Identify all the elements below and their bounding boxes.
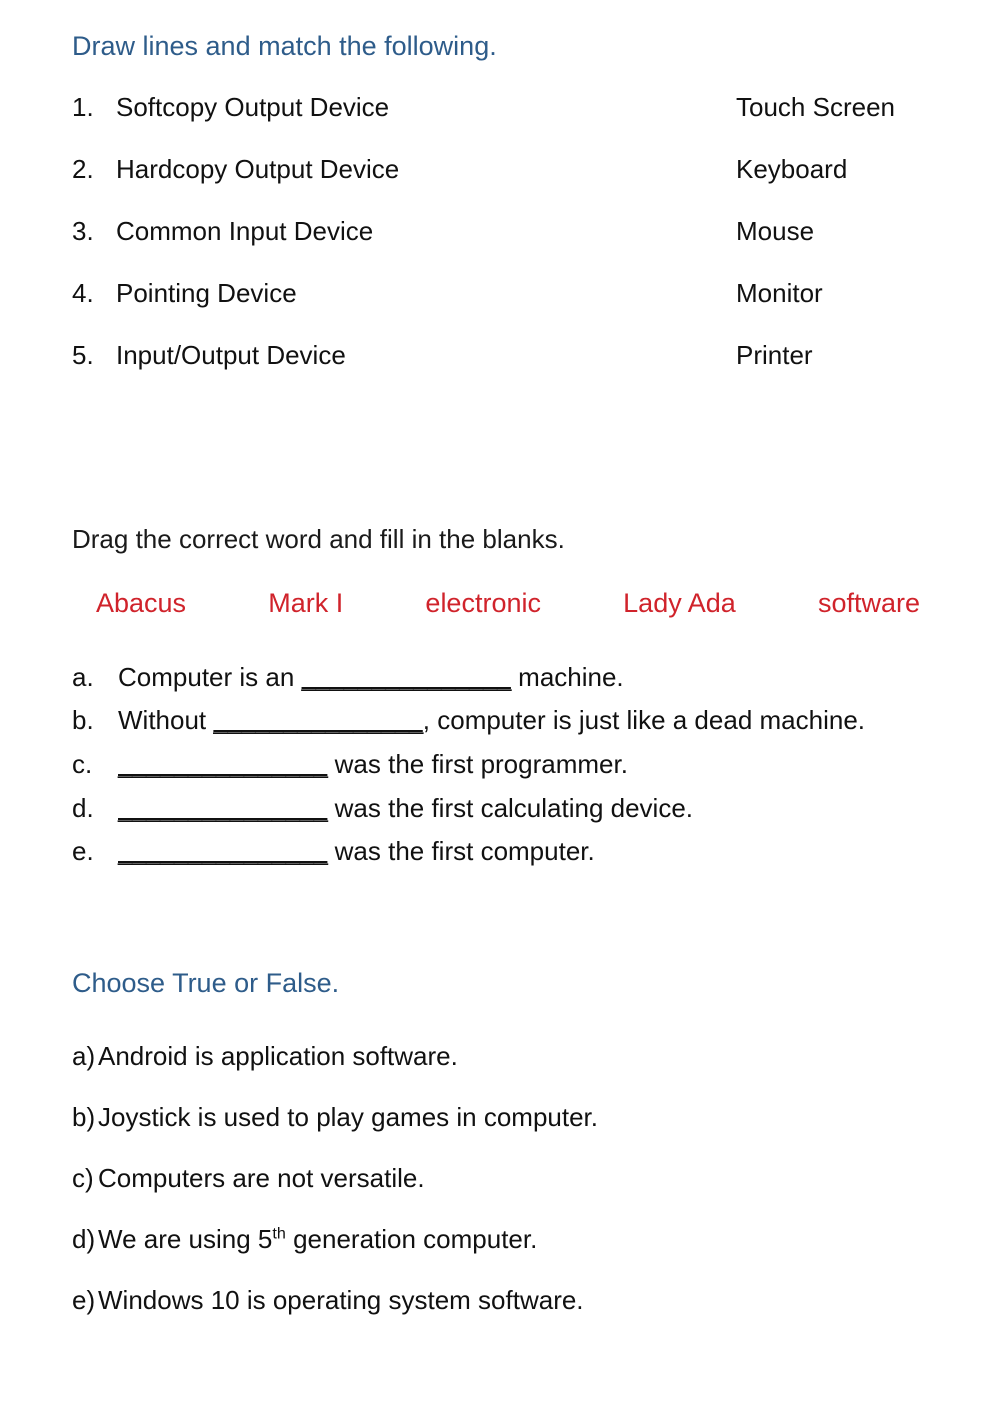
word-bank-item[interactable]: Abacus [96, 588, 186, 619]
true-false-statement[interactable]: We are using 5th generation computer. [98, 1224, 960, 1255]
matching-item-number: 3. [72, 216, 94, 247]
fill-blank-text-after: was the first computer. [327, 836, 595, 867]
fill-blank-sentence: _______________ was the first programmer… [118, 746, 942, 784]
matching-item-right-term[interactable]: Mouse [736, 216, 960, 247]
fill-blank-text-after: machine. [510, 661, 624, 692]
matching-row: 1. Softcopy Output Device Touch Screen [72, 92, 960, 154]
true-false-text-after: generation computer. [285, 1224, 538, 1255]
fill-blank-input[interactable]: _______________ [118, 836, 328, 866]
matching-item-left-term[interactable]: Input/Output Device [116, 340, 736, 371]
word-bank-item[interactable]: electronic [425, 588, 541, 619]
fill-blank-sentence: Without _______________, computer is jus… [118, 702, 942, 740]
matching-item-right-term[interactable]: Touch Screen [736, 92, 960, 123]
word-bank-item[interactable]: software [818, 588, 920, 619]
fill-blank-text-after: was the first programmer. [327, 748, 628, 779]
fill-blank-sentence: _______________ was the first calculatin… [118, 790, 942, 828]
matching-row: 2. Hardcopy Output Device Keyboard [72, 154, 960, 216]
fill-blank-input[interactable]: _______________ [213, 705, 423, 735]
fill-blank-text-before: Without [118, 705, 214, 736]
fill-blanks-section-heading: Drag the correct word and fill in the bl… [72, 524, 565, 555]
matching-item-right-term[interactable]: Printer [736, 340, 960, 371]
matching-item-number: 5. [72, 340, 94, 371]
fill-blank-row: a. Computer is an _______________ machin… [72, 659, 942, 697]
fill-blanks-list: a. Computer is an _______________ machin… [0, 659, 1000, 871]
word-bank-item[interactable]: Mark I [268, 588, 343, 619]
true-false-section-heading: Choose True or False. [72, 968, 340, 999]
word-bank: Abacus Mark I electronic Lady Ada softwa… [0, 588, 1000, 619]
matching-item-left-term[interactable]: Softcopy Output Device [116, 92, 736, 123]
fill-blank-row: d. _______________ was the first calcula… [72, 790, 942, 828]
true-false-row: d) We are using 5th generation computer. [72, 1224, 960, 1285]
true-false-row: c) Computers are not versatile. [72, 1163, 960, 1224]
fill-blank-label: a. [72, 661, 94, 692]
fill-blank-row: b. Without _______________, computer is … [72, 702, 942, 740]
matching-list: 1. Softcopy Output Device Touch Screen 2… [0, 92, 1000, 402]
true-false-statement[interactable]: Joystick is used to play games in comput… [98, 1102, 960, 1133]
true-false-row: b) Joystick is used to play games in com… [72, 1102, 960, 1163]
true-false-statement[interactable]: Android is application software. [98, 1041, 960, 1072]
true-false-statement[interactable]: Computers are not versatile. [98, 1163, 960, 1194]
matching-item-right-term[interactable]: Keyboard [736, 154, 960, 185]
matching-section-heading: Draw lines and match the following. [72, 31, 497, 61]
matching-row: 5. Input/Output Device Printer [72, 340, 960, 402]
fill-blank-text-after: was the first calculating device. [327, 792, 694, 823]
true-false-label: b) [72, 1102, 96, 1133]
true-false-row: a) Android is application software. [72, 1041, 960, 1102]
worksheet-page: Draw lines and match the following. 1. S… [0, 0, 1000, 1413]
fill-blank-row: c. _______________ was the first program… [72, 746, 942, 784]
fill-blank-input[interactable]: _______________ [302, 662, 512, 692]
true-false-label: a) [72, 1041, 96, 1072]
matching-item-left-term[interactable]: Pointing Device [116, 278, 736, 309]
word-bank-item[interactable]: Lady Ada [623, 588, 736, 619]
fill-blank-label: d. [72, 792, 94, 823]
true-false-label: e) [72, 1285, 96, 1316]
fill-blank-label: c. [72, 748, 93, 779]
matching-row: 3. Common Input Device Mouse [72, 216, 960, 278]
fill-blank-sentence: Computer is an _______________ machine. [118, 659, 942, 697]
fill-blank-text-before: Computer is an [118, 661, 302, 692]
matching-item-number: 2. [72, 154, 94, 185]
true-false-text-before: We are using 5 [98, 1224, 273, 1255]
true-false-list: a) Android is application software. b) J… [0, 1041, 1000, 1346]
matching-item-number: 4. [72, 278, 94, 309]
true-false-row: e) Windows 10 is operating system softwa… [72, 1285, 960, 1346]
fill-blank-text-after: , computer is just like a dead machine. [422, 705, 865, 736]
matching-item-right-term[interactable]: Monitor [736, 278, 960, 309]
true-false-label: d) [72, 1224, 96, 1255]
matching-row: 4. Pointing Device Monitor [72, 278, 960, 340]
ordinal-superscript: th [272, 1224, 286, 1243]
matching-item-number: 1. [72, 92, 94, 123]
fill-blank-label: e. [72, 836, 94, 867]
fill-blank-row: e. _______________ was the first compute… [72, 833, 942, 871]
fill-blank-label: b. [72, 705, 94, 736]
fill-blank-input[interactable]: _______________ [118, 749, 328, 779]
matching-item-left-term[interactable]: Hardcopy Output Device [116, 154, 736, 185]
matching-item-left-term[interactable]: Common Input Device [116, 216, 736, 247]
fill-blank-input[interactable]: _______________ [118, 793, 328, 823]
fill-blank-sentence: _______________ was the first computer. [118, 833, 942, 871]
true-false-statement[interactable]: Windows 10 is operating system software. [98, 1285, 960, 1316]
true-false-label: c) [72, 1163, 94, 1194]
